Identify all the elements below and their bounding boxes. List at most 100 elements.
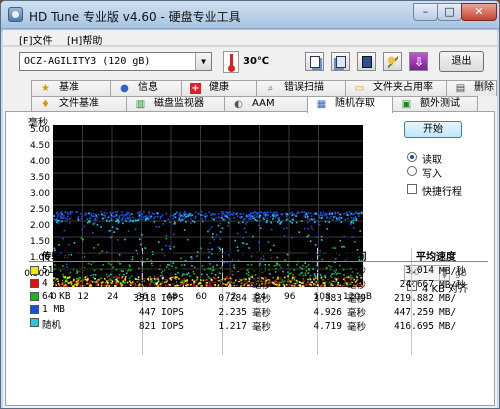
graph-point — [59, 212, 61, 214]
graph-point — [180, 214, 183, 217]
copy-screenshot-button[interactable] — [331, 52, 350, 71]
graph-point — [348, 210, 351, 213]
legend-swatch[interactable] — [30, 305, 39, 314]
download-button[interactable]: ⇩ — [409, 52, 428, 71]
avg-access-unit: 毫秒 — [252, 308, 272, 319]
y-tick-label: 2.50 — [29, 205, 50, 215]
graph-point — [292, 219, 294, 221]
graph-point — [62, 237, 64, 240]
graph-point — [75, 211, 78, 213]
tab-label: 删除 — [474, 82, 494, 93]
graph-point — [93, 215, 95, 217]
graph-point — [168, 245, 171, 247]
minimize-button[interactable]: – — [413, 3, 438, 21]
graph-point — [222, 211, 225, 213]
graph-point — [215, 234, 218, 236]
graph-point — [305, 213, 308, 216]
tab-row-1: ★ 基准 ● 信息 + 健康 ⌕ 错误扫描 ▭ 文件夹占用率 ▤ 删除 — [3, 80, 497, 96]
graph-point — [340, 221, 342, 223]
graph-point — [305, 211, 307, 214]
tab-file-benchmark[interactable]: ♦ 文件基准 — [31, 96, 127, 112]
graph-point — [115, 214, 118, 216]
graph-point — [191, 214, 193, 216]
graph-point — [65, 220, 67, 222]
legend-label: 1 MB — [42, 304, 65, 315]
graph-point — [339, 239, 342, 242]
graph-point — [325, 214, 328, 217]
short-stroke-checkbox[interactable] — [407, 184, 417, 194]
graph-point — [359, 212, 361, 214]
graph-point — [204, 213, 207, 215]
graph-point — [252, 212, 254, 215]
max-access-value: 2.657 — [313, 278, 342, 290]
graph-point — [128, 214, 131, 217]
menu-help[interactable]: [H]帮助 — [67, 32, 102, 47]
legend-swatch[interactable] — [30, 318, 39, 327]
graph-point — [189, 212, 192, 215]
graph-point — [248, 218, 250, 220]
graph-point — [60, 217, 62, 219]
graph-point — [295, 221, 298, 224]
copy-text-button[interactable] — [305, 52, 324, 71]
graph-point — [94, 222, 96, 224]
graph-point — [90, 213, 92, 215]
start-button[interactable]: 开始 — [404, 121, 462, 138]
graph-point — [251, 217, 253, 219]
tab-benchmark[interactable]: ★ 基准 — [31, 80, 111, 96]
tab-health[interactable]: + 健康 — [181, 80, 257, 96]
tab-erase[interactable]: ▤ 删除 — [446, 80, 497, 96]
graph-point — [234, 239, 236, 242]
graph-point — [274, 216, 277, 218]
graph-point — [256, 219, 258, 222]
tab-disk-monitor[interactable]: ▥ 磁盘监视器 — [126, 96, 225, 112]
tab-random-access[interactable]: ▦ 随机存取 — [307, 96, 393, 113]
options-button[interactable] — [383, 52, 402, 71]
graph-point — [186, 238, 189, 241]
graph-point — [337, 211, 339, 214]
legend-swatch[interactable] — [30, 292, 39, 301]
graph-point — [317, 213, 320, 216]
graph-point — [54, 218, 57, 221]
graph-point — [169, 215, 172, 217]
legend-swatch[interactable] — [30, 266, 39, 275]
tab-error-scan[interactable]: ⌕ 错误扫描 — [256, 80, 346, 96]
graph-point — [267, 214, 270, 216]
graph-point — [68, 222, 71, 224]
graph-point — [63, 217, 65, 219]
tab-aam[interactable]: ◐ AAM — [224, 96, 308, 112]
chevron-down-icon[interactable]: ▼ — [195, 53, 211, 70]
graph-point — [127, 230, 130, 232]
tab-label: AAM — [252, 98, 275, 109]
graph-point — [307, 216, 309, 218]
exit-button[interactable]: 退出 — [439, 51, 484, 72]
save-button[interactable] — [357, 52, 376, 71]
graph-point — [184, 210, 186, 213]
maximize-button[interactable]: □ — [437, 3, 462, 21]
menu-file[interactable]: [F]文件 — [19, 32, 53, 47]
graph-point — [108, 220, 111, 222]
graph-point — [311, 228, 313, 230]
graph-point — [215, 216, 217, 219]
read-radio[interactable] — [407, 152, 417, 162]
graph-point — [244, 218, 246, 220]
graph-point — [118, 220, 120, 223]
graph-point — [206, 214, 208, 217]
graph-point — [140, 215, 143, 218]
graph-point — [270, 221, 272, 224]
tab-extra-tests[interactable]: ▣ 额外测试 — [392, 96, 478, 112]
short-stroke-label: 快捷行程 — [422, 187, 462, 198]
legend-swatch[interactable] — [30, 279, 39, 288]
graph-point — [134, 218, 136, 220]
tab-info[interactable]: ● 信息 — [110, 80, 182, 96]
key-icon — [388, 56, 398, 68]
drive-select[interactable]: OCZ-AGILITY3 (120 gB) ▼ — [19, 52, 212, 71]
graph-point — [336, 218, 338, 221]
close-button[interactable]: ✕ — [461, 3, 497, 21]
graph-point — [296, 212, 298, 215]
avg-speed-value: 447.259 — [393, 306, 434, 318]
tab-folder-usage[interactable]: ▭ 文件夹占用率 — [345, 80, 447, 96]
graph-point — [107, 216, 110, 218]
graph-point — [92, 223, 95, 225]
write-radio[interactable] — [407, 166, 417, 176]
graph-point — [309, 240, 312, 242]
